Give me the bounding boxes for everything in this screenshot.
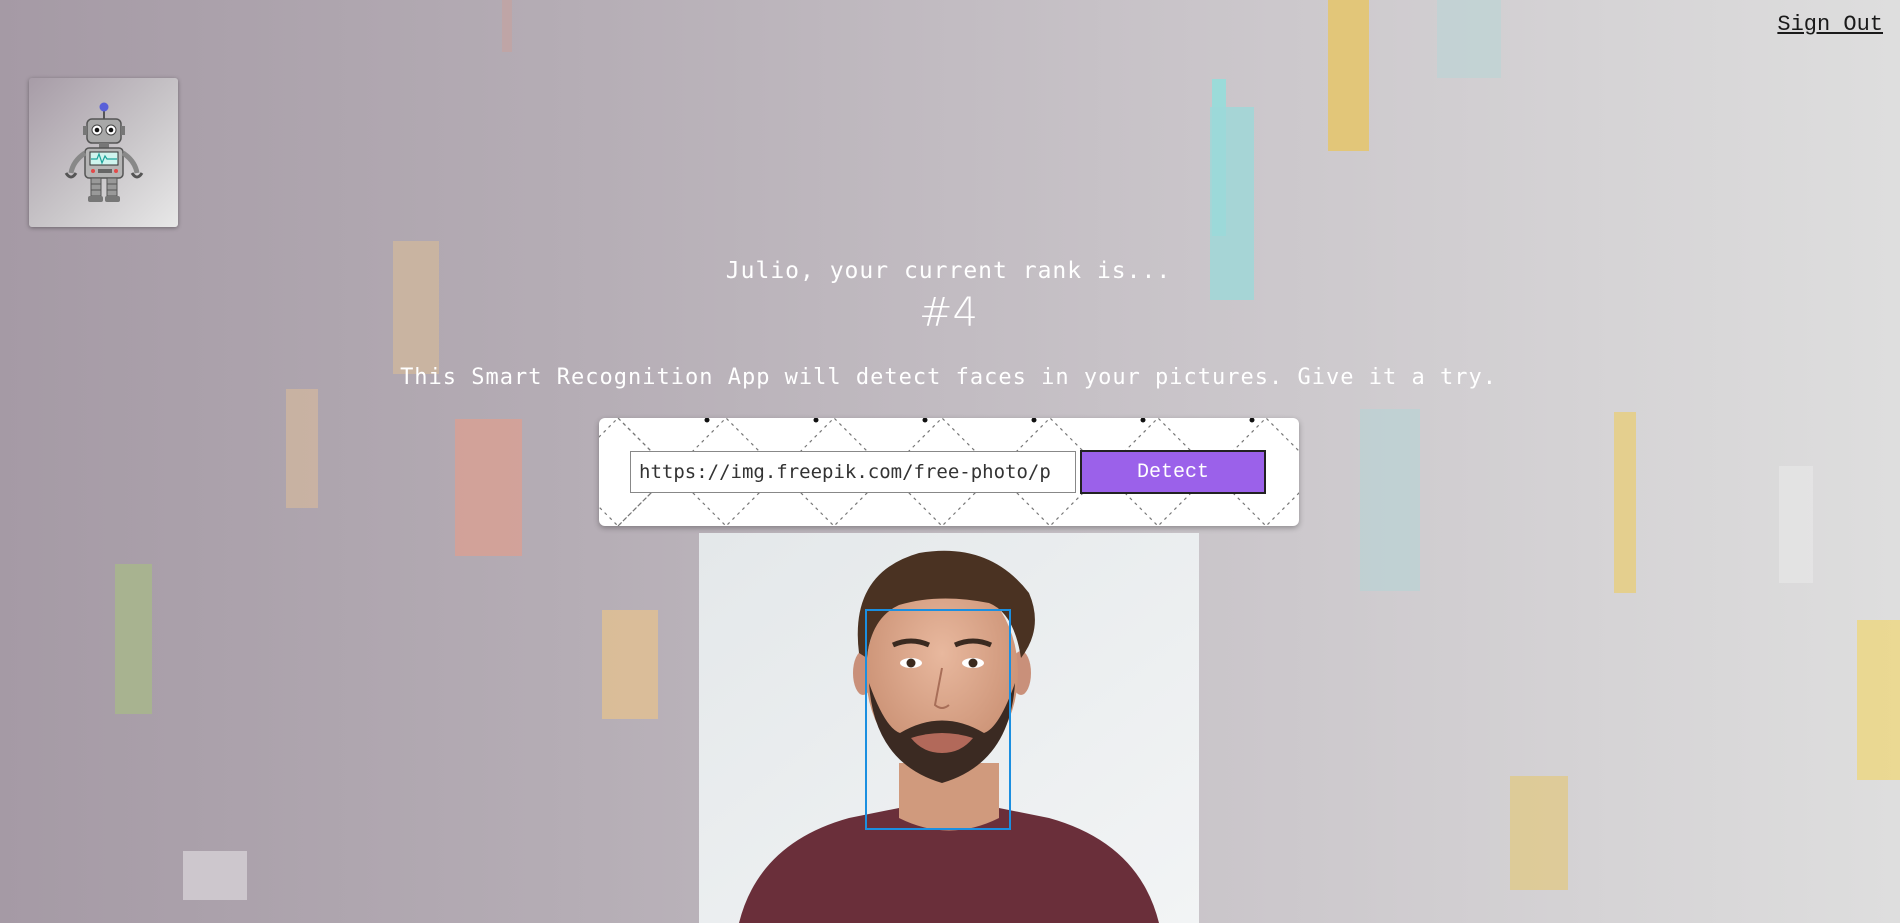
detect-button[interactable]: Detect <box>1080 450 1266 494</box>
bg-rect <box>455 419 522 556</box>
bg-rect <box>1328 0 1369 151</box>
bg-rect <box>1360 409 1420 591</box>
robot-icon <box>64 102 143 202</box>
bg-rect <box>602 610 658 719</box>
bg-rect <box>1614 412 1636 593</box>
image-url-input[interactable] <box>630 451 1076 493</box>
bg-rect <box>1437 0 1501 78</box>
sign-out-link[interactable]: Sign Out <box>1777 12 1883 37</box>
image-url-form: Detect <box>599 418 1299 526</box>
logo[interactable] <box>29 78 178 227</box>
bg-rect <box>1510 776 1568 890</box>
bg-rect <box>286 389 318 508</box>
bg-rect <box>183 851 247 900</box>
bg-rect <box>1779 466 1813 583</box>
intro-text: This Smart Recognition App will detect f… <box>400 365 1497 390</box>
rank-message: Julio, your current rank is... <box>725 258 1172 284</box>
bg-rect <box>502 0 512 52</box>
face-bounding-box <box>865 609 1011 830</box>
bg-rect <box>115 564 152 714</box>
bg-rect <box>1857 620 1900 780</box>
result-image <box>699 533 1199 923</box>
rank-number: #4 <box>919 290 978 336</box>
